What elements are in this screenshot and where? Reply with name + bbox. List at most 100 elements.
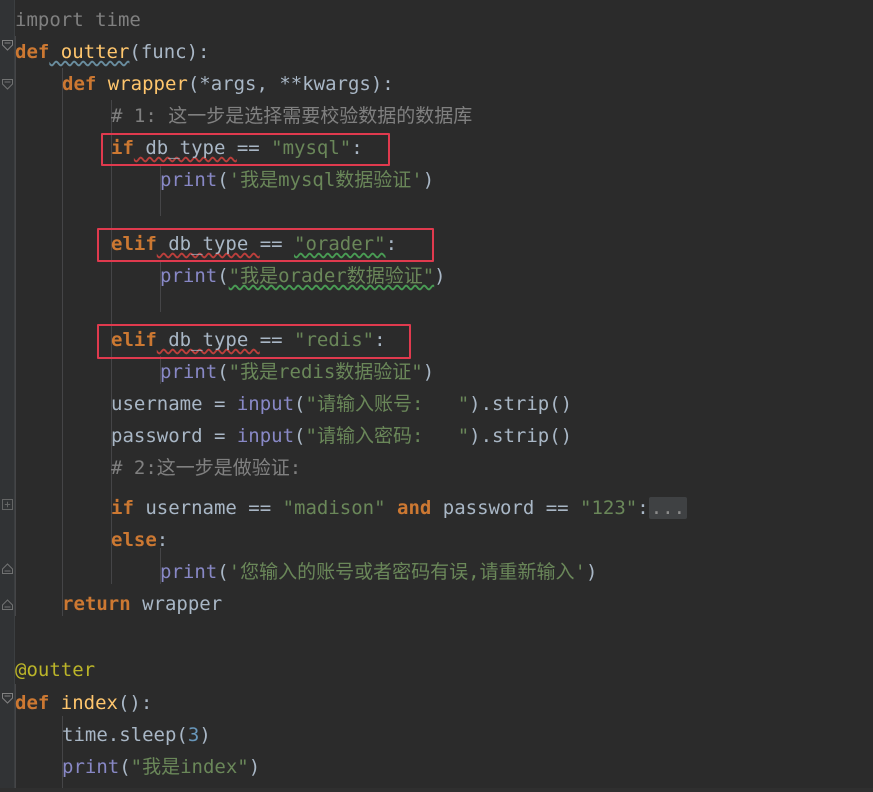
token-print-4: print	[160, 561, 218, 583]
folded-code-placeholder[interactable]: ...	[648, 497, 688, 519]
code-line-15[interactable]: # 2:这一步是做验证:	[111, 452, 301, 484]
token-paren-open-7: (	[176, 724, 188, 746]
code-line-5[interactable]: if db_type == "mysql":	[111, 132, 363, 164]
token-number-3: 3	[187, 724, 200, 746]
code-line-14[interactable]: password = input("请输入密码: ").strip()	[111, 420, 572, 452]
token-and-keyword: and	[385, 497, 432, 519]
token-paren-close-8: )	[248, 756, 261, 778]
token-prompt-password: "请输入密码: "	[305, 425, 470, 447]
token-def-keyword-3: def	[15, 692, 50, 714]
token-paren-close-1: )	[422, 169, 435, 191]
token-if-keyword: if	[111, 137, 134, 159]
token-paren-open-2: (	[217, 265, 229, 287]
token-paren-open-1: (	[217, 169, 229, 191]
token-eq-op-1: ==	[236, 137, 272, 159]
token-comment-step1: # 1: 这一步是选择需要校验数据的数据库	[111, 105, 473, 127]
code-line-3[interactable]: def wrapper(*args, **kwargs):	[62, 68, 394, 100]
token-print-3: print	[160, 361, 218, 383]
token-def-keyword-2: def	[62, 73, 97, 95]
code-line-1[interactable]: import time	[15, 4, 141, 36]
token-paren-close-5: )	[469, 425, 481, 447]
token-string-mysql-msg: '我是mysql数据验证'	[228, 169, 423, 191]
code-line-22[interactable]: def index():	[15, 687, 152, 719]
token-string-redis-msg: "我是redis数据验证"	[228, 361, 423, 383]
token-function-name-index: index	[49, 692, 118, 714]
code-line-23[interactable]: time.sleep(3)	[62, 719, 211, 751]
fold-collapsed-icon-if[interactable]	[1, 498, 14, 511]
code-line-11[interactable]: elif db_type == "redis":	[111, 324, 386, 356]
token-assign-2: =	[202, 425, 237, 447]
code-line-9[interactable]: print("我是orader数据验证")	[160, 260, 446, 292]
token-else-keyword: else	[111, 529, 157, 551]
token-colon-4: :	[637, 497, 649, 519]
token-prompt-username: "请输入账号: "	[305, 393, 470, 415]
code-line-18[interactable]: print('您输入的账号或者密码有误,请重新输入')	[160, 556, 597, 588]
code-editor[interactable]: import time def outter(func): def wrappe…	[0, 0, 873, 792]
token-string-orader-msg: "我是orader数据验证"	[228, 265, 435, 287]
token-assign-1: =	[202, 393, 237, 415]
code-line-4[interactable]: # 1: 这一步是选择需要校验数据的数据库	[111, 100, 472, 132]
token-var-password: password	[111, 425, 203, 447]
token-comment-step2: # 2:这一步是做验证:	[111, 457, 302, 479]
token-eq-op-4: ==	[248, 497, 283, 519]
token-wrapper-params: (*args, **kwargs):	[187, 73, 394, 95]
token-print-2: print	[160, 265, 218, 287]
code-line-17[interactable]: else:	[111, 524, 168, 556]
code-line-12[interactable]: print("我是redis数据验证")	[160, 356, 434, 388]
token-elif-keyword-2: elif	[111, 329, 157, 351]
token-method-sleep: sleep	[119, 724, 177, 746]
token-var-username: username	[111, 393, 203, 415]
indent-guide-level-0	[15, 36, 16, 616]
token-colon-5: :	[156, 529, 169, 551]
fold-expanded-icon-wrapper[interactable]	[1, 78, 14, 91]
token-string-mysql: "mysql"	[271, 137, 352, 159]
editor-bottom-edge	[0, 788, 873, 792]
token-index-params: ():	[117, 692, 153, 714]
fold-expanded-icon-outter[interactable]	[1, 39, 14, 52]
token-outter-params: (func):	[129, 41, 210, 63]
token-paren-close-3: )	[422, 361, 435, 383]
token-colon-2: :	[385, 233, 398, 255]
code-line-21[interactable]: @outter	[15, 654, 95, 686]
token-function-name-wrapper: wrapper	[96, 73, 188, 95]
code-line-19[interactable]: return wrapper	[62, 588, 222, 620]
token-string-orader: "orader"	[294, 233, 386, 255]
token-paren-close-2: )	[434, 265, 446, 287]
token-eq-op-2: ==	[259, 233, 295, 255]
token-import-module: time	[83, 9, 141, 31]
token-return-value-wrapper: wrapper	[130, 593, 223, 615]
token-eq-op-5: ==	[545, 497, 581, 519]
token-colon-3: :	[374, 329, 386, 351]
code-line-24[interactable]: print("我是index")	[62, 751, 260, 783]
token-dot-1: .	[107, 724, 120, 746]
token-string-madison: "madison"	[282, 497, 386, 519]
token-def-keyword: def	[15, 41, 50, 63]
fold-expanded-icon-index[interactable]	[1, 692, 14, 705]
token-string-index-msg: "我是index"	[130, 756, 249, 778]
token-paren-open-8: (	[119, 756, 131, 778]
token-paren-open-6: (	[217, 561, 229, 583]
code-line-8[interactable]: elif db_type == "orader":	[111, 228, 397, 260]
token-colon-1: :	[351, 137, 363, 159]
code-line-6[interactable]: print('我是mysql数据验证')	[160, 164, 434, 196]
token-string-123: "123"	[580, 497, 638, 519]
token-input-2: input	[236, 425, 295, 447]
token-strip-2: .strip()	[480, 425, 573, 447]
token-eq-op-3: ==	[259, 329, 295, 351]
editor-gutter[interactable]	[0, 0, 14, 792]
token-return-keyword: return	[62, 593, 131, 615]
token-strip-1: .strip()	[480, 393, 573, 415]
code-line-13[interactable]: username = input("请输入账号: ").strip()	[111, 388, 572, 420]
code-line-16[interactable]: if username == "madison" and password ==…	[111, 492, 688, 524]
indent-guide-level-1	[62, 68, 63, 616]
fold-end-icon-inner[interactable]	[1, 562, 14, 575]
token-module-time: time	[62, 724, 108, 746]
fold-end-icon-outer[interactable]	[1, 598, 14, 611]
token-print-1: print	[160, 169, 218, 191]
code-line-2[interactable]: def outter(func):	[15, 36, 209, 68]
code-surface[interactable]: import time def outter(func): def wrappe…	[15, 0, 873, 792]
token-var-password-cmp: password	[431, 497, 546, 519]
token-paren-close-4: )	[469, 393, 481, 415]
token-paren-open-4: (	[294, 393, 306, 415]
token-paren-close-7: )	[199, 724, 211, 746]
